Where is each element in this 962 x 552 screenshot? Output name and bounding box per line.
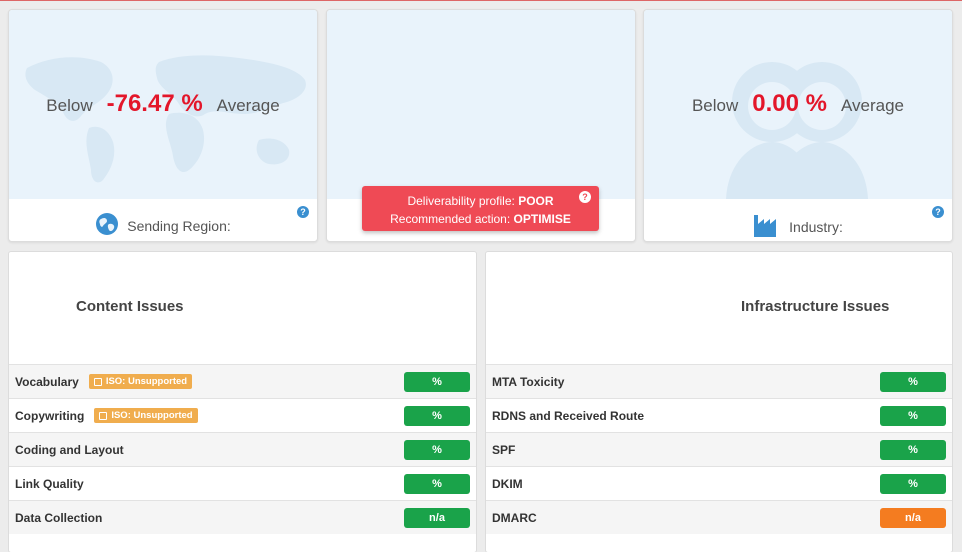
score-pill[interactable]: % xyxy=(404,406,470,426)
industry-value: 0.00 % xyxy=(752,90,827,117)
issue-label: Link Quality xyxy=(15,476,84,491)
industry-prefix: Below xyxy=(691,96,739,115)
profile-value: POOR xyxy=(518,194,554,208)
region-value: -76.47 % xyxy=(106,90,203,117)
industry-stat: Below 0.00 % Average xyxy=(644,90,952,118)
score-pill[interactable]: % xyxy=(880,406,946,426)
content-issues-list: Vocabulary ISO: Unsupported % Copywritin… xyxy=(9,364,476,534)
region-prefix: Below xyxy=(46,96,93,115)
action-value: OPTIMISE xyxy=(513,212,571,226)
globe-icon xyxy=(95,212,119,239)
industry-suffix: Average xyxy=(841,96,905,115)
score-pill[interactable]: % xyxy=(404,474,470,494)
region-footer: Sending Region: ? xyxy=(9,199,317,241)
score-pill[interactable]: % xyxy=(880,372,946,392)
profile-label: Deliverability profile: xyxy=(407,194,515,208)
score-pill[interactable]: % xyxy=(404,440,470,460)
industry-footer: Industry: ? xyxy=(644,199,952,241)
sending-region-label: Sending Region: xyxy=(127,217,231,234)
action-line: Recommended action: OPTIMISE xyxy=(362,210,599,228)
industry-label: Industry: xyxy=(789,218,843,235)
score-pill[interactable]: % xyxy=(404,372,470,392)
issue-row-vocabulary: Vocabulary ISO: Unsupported % xyxy=(9,364,476,398)
issue-label: RDNS and Received Route xyxy=(492,408,645,423)
issue-label: DKIM xyxy=(492,476,523,491)
iso-unsupported-badge: ISO: Unsupported xyxy=(88,374,193,389)
iso-unsupported-badge: ISO: Unsupported xyxy=(94,408,198,423)
region-suffix: Average xyxy=(216,96,280,115)
issue-row-data-collection: Data Collection n/a xyxy=(9,500,476,534)
issue-row-coding-layout: Coding and Layout % xyxy=(9,432,476,466)
profile-line: Deliverability profile: POOR xyxy=(362,192,599,210)
industry-label-row: Industry: xyxy=(644,212,952,241)
score-pill[interactable]: n/a xyxy=(880,508,946,528)
issue-row-dkim: DKIM % xyxy=(486,466,952,500)
score-pill[interactable]: % xyxy=(880,440,946,460)
infrastructure-issues-title: Infrastructure Issues xyxy=(741,298,890,315)
issue-label: DMARC xyxy=(492,510,537,525)
issue-row-mta-toxicity: MTA Toxicity % xyxy=(486,364,952,398)
issue-label: MTA Toxicity xyxy=(492,374,565,389)
content-issues-panel: Content Issues Vocabulary ISO: Unsupport… xyxy=(8,251,477,552)
industry-help-icon[interactable]: ? xyxy=(932,206,944,218)
region-stat: Below -76.47 % Average xyxy=(9,90,317,118)
action-label: Recommended action: xyxy=(390,212,511,226)
region-help-icon[interactable]: ? xyxy=(297,206,309,218)
badge-text: ISO: Unsupported xyxy=(111,410,193,421)
issue-row-copywriting: Copywriting ISO: Unsupported % xyxy=(9,398,476,432)
issue-label: Data Collection xyxy=(15,510,103,525)
issue-label: Copywriting xyxy=(15,408,85,423)
infrastructure-issues-panel: Infrastructure Issues MTA Toxicity % RDN… xyxy=(485,251,953,552)
badge-text: ISO: Unsupported xyxy=(105,376,188,387)
score-pill[interactable]: n/a xyxy=(404,508,470,528)
badge-icon xyxy=(99,411,108,420)
issue-row-rdns: RDNS and Received Route % xyxy=(486,398,952,432)
profile-help-icon[interactable]: ? xyxy=(579,191,591,203)
score-pill[interactable]: % xyxy=(880,474,946,494)
issue-label: Vocabulary xyxy=(15,374,79,389)
issue-label: SPF xyxy=(492,442,516,457)
sending-region-label-row: Sending Region: xyxy=(9,212,317,239)
content-issues-title: Content Issues xyxy=(76,298,184,315)
issue-row-spf: SPF % xyxy=(486,432,952,466)
deliverability-profile-alert: Deliverability profile: POOR Recommended… xyxy=(362,186,599,231)
industry-card: Below 0.00 % Average Industry: ? xyxy=(643,9,953,242)
factory-icon xyxy=(753,212,781,241)
infrastructure-issues-list: MTA Toxicity % RDNS and Received Route %… xyxy=(486,364,952,534)
deliverability-background xyxy=(327,10,635,199)
issue-row-dmarc: DMARC n/a xyxy=(486,500,952,534)
sending-region-card: Below -76.47 % Average Sending Region: ? xyxy=(8,9,318,242)
issue-label: Coding and Layout xyxy=(15,442,124,457)
issue-row-link-quality: Link Quality % xyxy=(9,466,476,500)
badge-icon xyxy=(93,377,102,386)
